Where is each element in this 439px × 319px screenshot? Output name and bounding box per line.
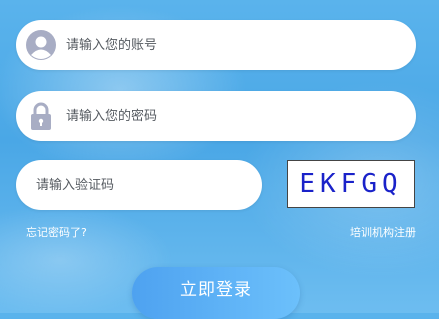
lock-icon [26,101,56,131]
account-input[interactable] [66,20,396,70]
forgot-password-link[interactable]: 忘记密码了? [26,224,87,240]
password-input[interactable] [66,91,396,141]
institution-register-link[interactable]: 培训机构注册 [350,224,416,240]
login-button[interactable]: 立即登录 [132,267,300,319]
account-field[interactable] [16,20,416,70]
user-avatar-icon [26,30,56,60]
captcha-image[interactable]: EKFGQ [287,160,415,208]
captcha-code: EKFGQ [299,169,403,199]
captcha-input[interactable] [36,160,242,210]
password-field[interactable] [16,91,416,141]
captcha-field[interactable] [16,160,262,210]
